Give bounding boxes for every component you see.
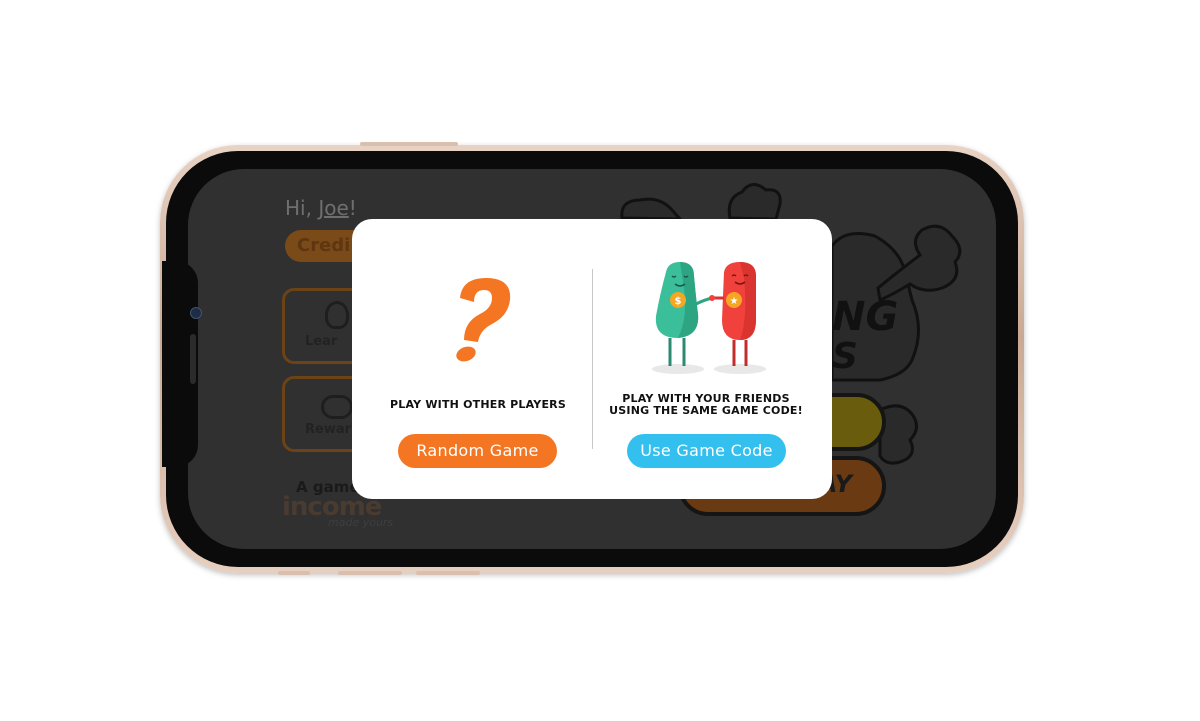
silent-switch <box>278 571 310 575</box>
dialog-divider <box>592 269 593 449</box>
volume-down-button <box>416 571 480 575</box>
question-mark-icon <box>456 278 511 362</box>
use-game-code-button[interactable]: Use Game Code <box>627 434 786 468</box>
friends-caption-line2: USING THE SAME GAME CODE! <box>609 404 803 417</box>
other-players-caption: PLAY WITH OTHER PLAYERS <box>390 398 566 411</box>
svg-text:$: $ <box>675 296 682 307</box>
friends-caption: PLAY WITH YOUR FRIENDS USING THE SAME GA… <box>596 393 816 417</box>
front-camera-icon <box>190 307 202 319</box>
power-button <box>360 142 458 146</box>
speaker-grille <box>190 334 196 384</box>
volume-up-button <box>338 571 402 575</box>
svg-text:★: ★ <box>730 296 739 307</box>
random-game-button[interactable]: Random Game <box>398 434 557 468</box>
friends-illustration: $ ★ <box>652 262 766 374</box>
